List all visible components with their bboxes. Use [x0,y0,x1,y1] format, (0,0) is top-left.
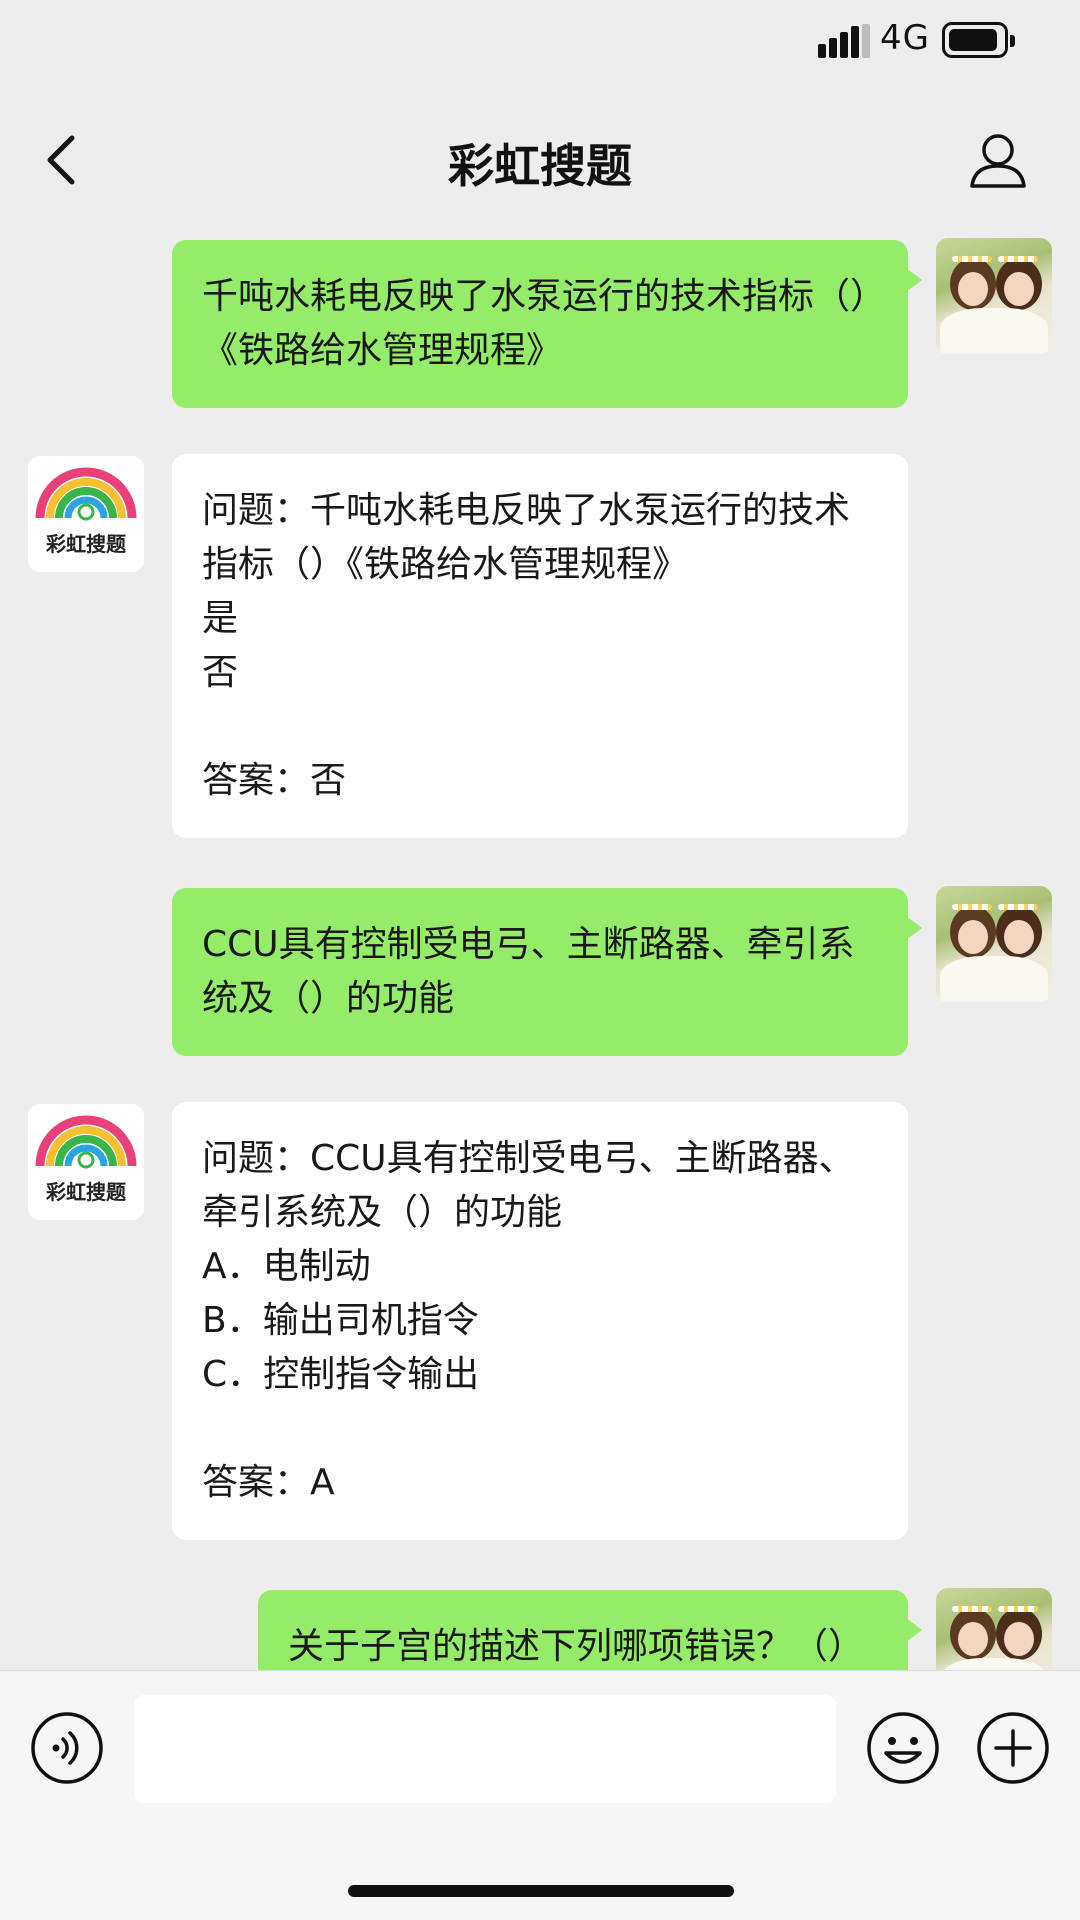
message-input[interactable] [134,1695,836,1803]
message-bubble-sent[interactable]: 千吨水耗电反映了水泵运行的技术指标（）《铁路给水管理规程》 [172,240,922,408]
bot-avatar[interactable]: 彩虹搜题 [28,456,144,572]
user-avatar[interactable] [936,1588,1052,1670]
chat-area[interactable]: 千吨水耗电反映了水泵运行的技术指标（）《铁路给水管理规程》 彩虹搜题 问题：千吨… [0,220,1080,1670]
network-label: 4G [880,18,930,58]
bot-avatar-label: 彩虹搜题 [46,1180,126,1204]
home-indicator[interactable] [348,1885,734,1897]
status-bar: 4G [0,0,1080,84]
message-bubble-sent[interactable]: 关于子宫的描述下列哪项错误？（） [258,1590,922,1670]
user-avatar[interactable] [936,886,1052,1002]
battery-icon [942,22,1015,58]
person-icon[interactable] [966,128,1030,192]
bot-avatar[interactable]: 彩虹搜题 [28,1104,144,1220]
page-title: 彩虹搜题 [448,139,632,193]
voice-icon[interactable] [30,1711,104,1785]
bot-avatar-label: 彩虹搜题 [46,532,126,556]
message-bubble-sent[interactable]: CCU具有控制受电弓、主断路器、牵引系统及（）的功能 [172,888,922,1056]
message-bubble-received[interactable]: 问题：CCU具有控制受电弓、主断路器、牵引系统及（）的功能 A．电制动 B．输出… [172,1102,908,1540]
message-bubble-received[interactable]: 问题：千吨水耗电反映了水泵运行的技术指标（）《铁路给水管理规程》 是 否 答案：… [172,454,908,838]
signal-icon [818,24,870,58]
emoji-icon[interactable] [866,1711,940,1785]
plus-icon[interactable] [976,1711,1050,1785]
input-bar [0,1670,1080,1920]
user-avatar[interactable] [936,238,1052,354]
nav-bar: 彩虹搜题 [0,100,1080,220]
